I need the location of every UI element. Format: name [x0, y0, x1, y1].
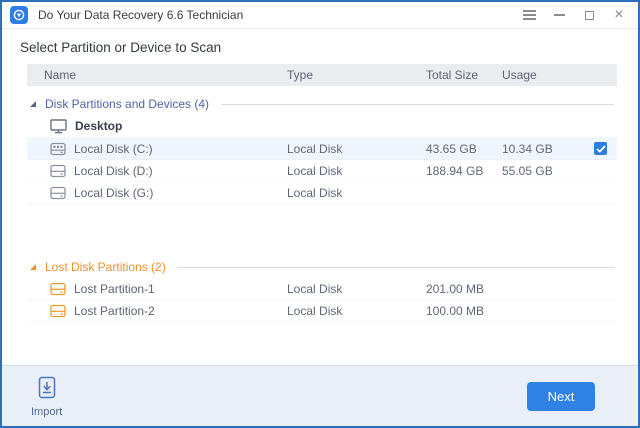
table-header: Name Type Total Size Usage [27, 64, 617, 86]
tree-item-lost-partition-2[interactable]: Lost Partition-2 Local Disk 100.00 MB [27, 300, 617, 322]
section-divider [177, 266, 614, 268]
menu-icon[interactable] [522, 8, 536, 22]
window-title: Do Your Data Recovery 6.6 Technician [38, 8, 244, 22]
item-type: Local Disk [287, 303, 343, 318]
item-total-size: 43.65 GB [426, 141, 477, 156]
tree-section-lost-disk-partitions[interactable]: Lost Disk Partitions (2) [27, 256, 617, 278]
tree-item-local-disk-g[interactable]: Local Disk (G:) Local Disk [27, 182, 617, 204]
app-logo-icon [10, 6, 28, 24]
section-label: Disk Partitions and Devices (4) [45, 97, 210, 111]
tree-item-desktop[interactable]: Desktop [27, 115, 617, 138]
item-label: Local Disk (D:) [74, 163, 153, 178]
maximize-icon[interactable] [582, 8, 596, 22]
tree-expand-icon[interactable] [30, 101, 36, 107]
import-button[interactable]: Import [31, 376, 62, 418]
tree-section-disk-partitions-and-devices[interactable]: Disk Partitions and Devices (4) [27, 93, 617, 115]
main-content: Select Partition or Device to Scan Name … [2, 29, 638, 365]
item-label: Desktop [75, 119, 123, 133]
system-drive-icon [50, 142, 66, 156]
tree-item-local-disk-c[interactable]: Local Disk (C:) Local Disk 43.65 GB 10.34 G… [27, 138, 617, 160]
item-type: Local Disk [287, 281, 343, 296]
import-icon [38, 376, 56, 404]
footer-bar: Import Next [2, 365, 638, 426]
column-header-type: Type [287, 68, 314, 82]
item-total-size: 188.94 GB [426, 163, 484, 178]
partition-table: Name Type Total Size Usage Disk Partitio… [27, 64, 617, 322]
tree-item-lost-partition-1[interactable]: Lost Partition-1 Local Disk 201.00 MB [27, 278, 617, 300]
tree-expand-icon[interactable] [30, 264, 36, 270]
item-label: Local Disk (C:) [74, 141, 153, 156]
lost-drive-icon [50, 304, 66, 318]
item-label: Lost Partition-1 [74, 281, 155, 296]
item-checkbox-checked[interactable] [594, 142, 607, 155]
drive-icon [50, 186, 66, 200]
item-type: Local Disk [287, 141, 343, 156]
minimize-icon[interactable] [552, 8, 566, 22]
item-type: Local Disk [287, 185, 343, 200]
next-button[interactable]: Next [527, 381, 595, 411]
column-header-total-size: Total Size [426, 68, 479, 82]
tree-item-local-disk-d[interactable]: Local Disk (D:) Local Disk 188.94 GB 55.05 … [27, 160, 617, 182]
item-type: Local Disk [287, 163, 343, 178]
page-title: Select Partition or Device to Scan [20, 40, 222, 55]
close-icon[interactable]: × [612, 7, 626, 23]
import-label: Import [31, 406, 63, 418]
column-header-name: Name [44, 68, 77, 82]
item-label: Local Disk (G:) [74, 185, 154, 200]
desktop-icon [50, 118, 67, 134]
window-controls: × [522, 7, 626, 23]
item-usage: 10.34 GB [502, 141, 553, 156]
section-divider [221, 103, 614, 105]
section-label: Lost Disk Partitions (2) [45, 260, 166, 274]
partition-tree: Disk Partitions and Devices (4) Desktop Lo… [27, 93, 617, 322]
app-window: Do Your Data Recovery 6.6 Technician × S… [0, 0, 640, 428]
item-usage: 55.05 GB [502, 163, 553, 178]
lost-drive-icon [50, 282, 66, 296]
item-total-size: 100.00 MB [426, 303, 485, 318]
drive-icon [50, 164, 66, 178]
column-header-usage: Usage [502, 68, 537, 82]
item-total-size: 201.00 MB [426, 281, 485, 296]
title-bar: Do Your Data Recovery 6.6 Technician × [2, 2, 638, 29]
item-label: Lost Partition-2 [74, 303, 155, 318]
